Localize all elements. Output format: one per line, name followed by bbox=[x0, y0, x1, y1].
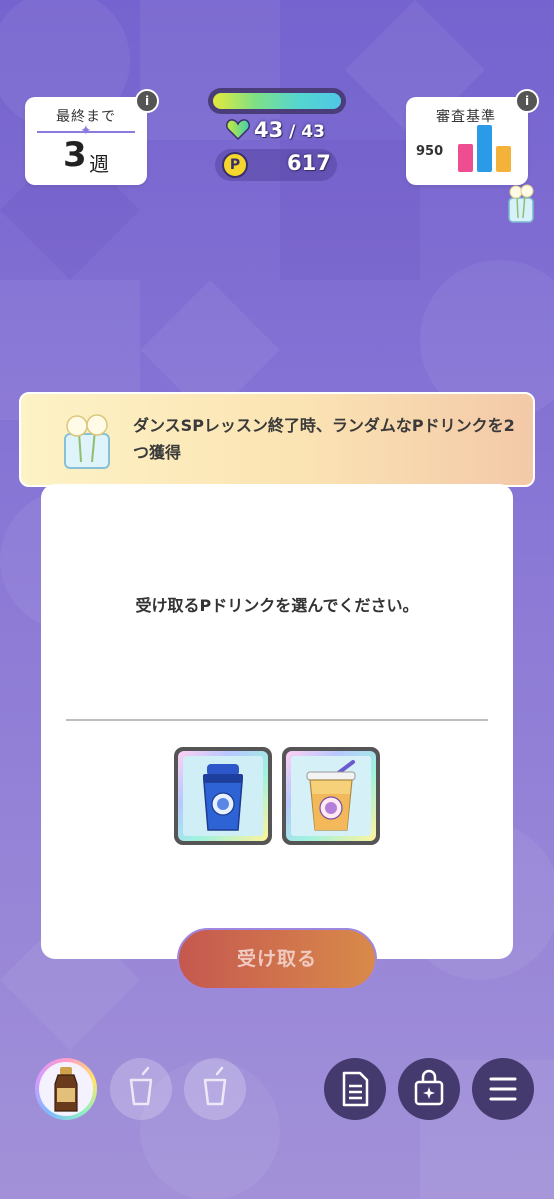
flower-jar-item-icon bbox=[64, 414, 110, 469]
gift-bag-icon bbox=[414, 1069, 444, 1106]
info-icon[interactable]: i bbox=[515, 89, 539, 113]
p-item-effect-banner: ダンスSPレッスン終了時、ランダムなPドリンクを2つ獲得 bbox=[19, 392, 535, 487]
dialog-divider bbox=[66, 719, 488, 721]
drink-slot-3[interactable] bbox=[184, 1058, 246, 1120]
blue-shaker-bottle-icon bbox=[203, 764, 243, 831]
audit-bar-vocal bbox=[458, 144, 473, 172]
drink-option-1[interactable] bbox=[174, 747, 272, 845]
empty-cup-icon bbox=[203, 1066, 227, 1106]
drink-slot-2[interactable] bbox=[110, 1058, 172, 1120]
drink-option-2[interactable] bbox=[282, 747, 380, 845]
p-item-effect-text: ダンスSPレッスン終了時、ランダムなPドリンクを2つ獲得 bbox=[133, 416, 515, 462]
memo-button[interactable] bbox=[324, 1058, 386, 1120]
flower-jar-item-icon[interactable] bbox=[505, 182, 537, 224]
heart-icon bbox=[226, 119, 250, 140]
drink-select-dialog: 受け取るPドリンクを選んでください。 bbox=[41, 484, 513, 959]
audit-criteria-value: 950 bbox=[416, 144, 444, 159]
audit-criteria-label: 審査基準 bbox=[436, 109, 496, 125]
stamina-gauge bbox=[208, 88, 346, 114]
drink-slot-1[interactable] bbox=[35, 1058, 97, 1120]
menu-icon bbox=[489, 1077, 517, 1101]
item-bag-button[interactable] bbox=[398, 1058, 460, 1120]
p-coin-icon: P bbox=[222, 152, 248, 178]
audit-criteria-card[interactable]: 審査基準 950 bbox=[406, 97, 528, 185]
stamina-gauge-fill bbox=[213, 93, 341, 109]
memo-icon bbox=[342, 1071, 369, 1107]
receive-button[interactable]: 受け取る bbox=[177, 928, 377, 990]
info-icon[interactable]: i bbox=[135, 89, 159, 113]
brown-bottle-drink-icon bbox=[54, 1067, 78, 1112]
stamina-readout: 43 / 43 bbox=[254, 118, 325, 142]
stamina-current: 43 bbox=[254, 118, 284, 142]
p-points-value: 617 bbox=[287, 151, 331, 175]
weeks-remaining-card: 最終まで ✦ 3 週 bbox=[25, 97, 147, 185]
empty-cup-icon bbox=[129, 1066, 153, 1106]
weeks-remaining-value: 3 bbox=[63, 135, 87, 175]
menu-button[interactable] bbox=[472, 1058, 534, 1120]
audit-bar-dance bbox=[477, 125, 492, 172]
weeks-unit: 週 bbox=[89, 152, 109, 176]
iced-drink-cup-icon bbox=[306, 760, 356, 831]
audit-bar-visual bbox=[496, 146, 511, 172]
stamina-max: 43 bbox=[301, 122, 325, 142]
dialog-prompt: 受け取るPドリンクを選んでください。 bbox=[135, 596, 419, 615]
